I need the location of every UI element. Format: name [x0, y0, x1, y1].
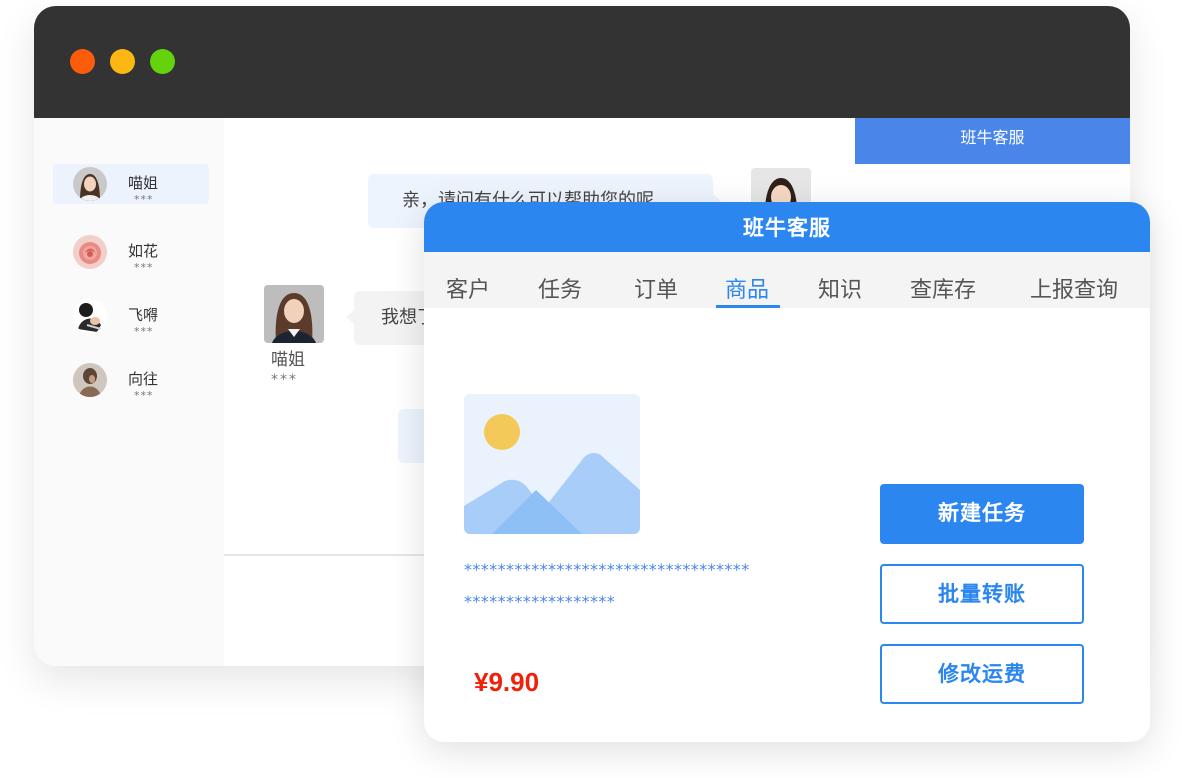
product-card: 班牛客服 客户 任务 订单 商品 知识 查库存 上报查询 ***********…	[424, 202, 1150, 742]
customer-status: ***	[271, 372, 298, 388]
rose-flower-icon	[73, 235, 107, 269]
product-description-line: ******************	[464, 592, 616, 611]
maximize-window-icon[interactable]	[150, 49, 175, 74]
contact-item[interactable]: 飞嘚 ***	[53, 296, 209, 338]
contact-status: ***	[134, 389, 154, 402]
contact-sidebar: 喵姐 *** 如花 *** 飞嘚 *** 向往 ***	[34, 118, 224, 666]
new-task-button[interactable]: 新建任务	[880, 484, 1084, 544]
tab-check-inventory[interactable]: 查库存	[910, 272, 976, 304]
batch-transfer-button[interactable]: 批量转账	[880, 564, 1084, 624]
customer-name: 喵姐	[271, 350, 305, 370]
contact-name: 喵姐	[128, 174, 159, 192]
woman-portrait-icon	[73, 167, 107, 201]
contact-item[interactable]: 喵姐 ***	[53, 164, 209, 206]
tab-task[interactable]: 任务	[538, 272, 582, 304]
tab-customer[interactable]: 客户	[446, 272, 490, 304]
active-tab-indicator	[716, 305, 780, 308]
image-placeholder-icon	[464, 394, 640, 534]
customer-avatar	[264, 285, 324, 343]
bubble-tail	[346, 310, 354, 324]
person-photo-icon	[73, 299, 107, 333]
contact-name: 飞嘚	[128, 306, 159, 324]
product-description-line: **********************************	[464, 560, 750, 579]
contact-status: ***	[134, 325, 154, 338]
contact-status: ***	[134, 193, 154, 206]
service-panel-title: 班牛客服	[855, 118, 1130, 164]
minimize-window-icon[interactable]	[110, 49, 135, 74]
card-tabs: 客户 任务 订单 商品 知识 查库存 上报查询	[424, 252, 1150, 308]
card-title: 班牛客服	[424, 202, 1150, 252]
modify-shipping-button[interactable]: 修改运费	[880, 644, 1084, 704]
person-photo-icon	[73, 363, 107, 397]
tab-order[interactable]: 订单	[634, 272, 678, 304]
contact-item[interactable]: 向往 ***	[53, 360, 209, 402]
tab-knowledge[interactable]: 知识	[818, 272, 862, 304]
contact-name: 如花	[128, 242, 159, 260]
product-price: ¥9.90	[474, 667, 540, 697]
contact-item[interactable]: 如花 ***	[53, 232, 209, 274]
tab-product[interactable]: 商品	[725, 272, 769, 304]
window-titlebar	[34, 6, 1130, 118]
contact-name: 向往	[128, 370, 159, 388]
contact-status: ***	[134, 261, 154, 274]
tab-report-query[interactable]: 上报查询	[1030, 272, 1118, 304]
close-window-icon[interactable]	[70, 49, 95, 74]
